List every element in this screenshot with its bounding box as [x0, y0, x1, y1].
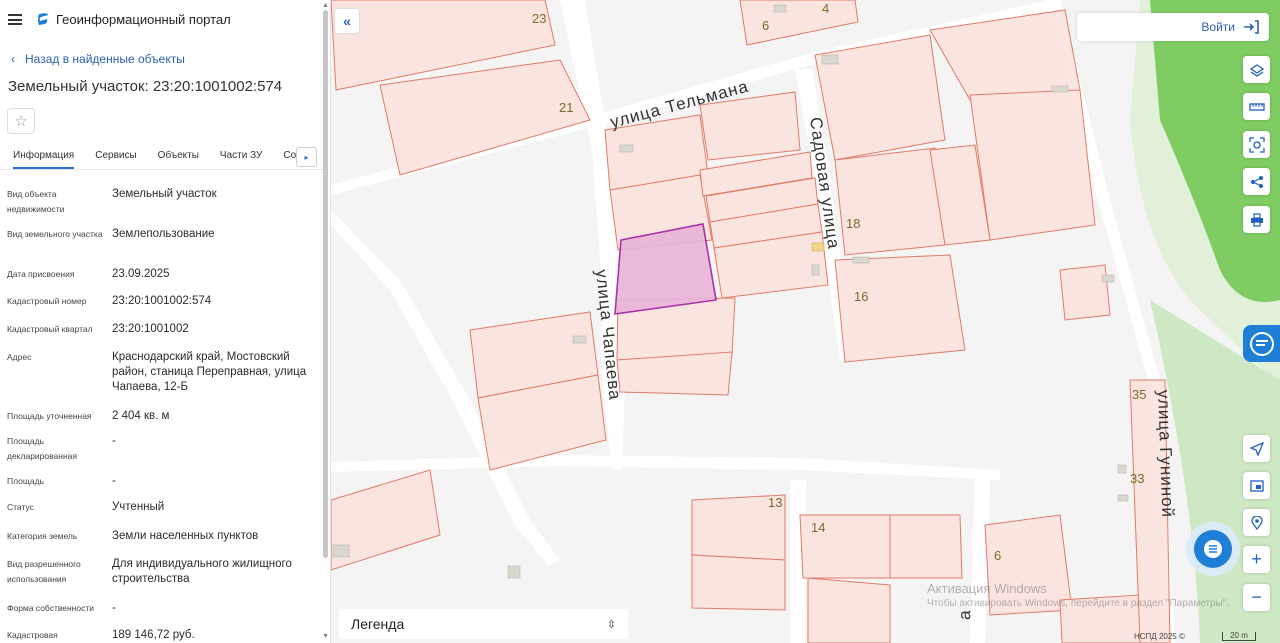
- minimap-icon: [1249, 479, 1264, 492]
- building: [1117, 464, 1127, 474]
- building: [1051, 85, 1069, 93]
- expand-collapse-icon[interactable]: ⇳: [607, 618, 616, 631]
- tabs-next-arrow-icon[interactable]: ▸: [296, 147, 317, 167]
- chat-icon: [1204, 540, 1222, 558]
- building: [1117, 494, 1129, 502]
- parcel: [969, 89, 1096, 241]
- plus-icon: +: [1251, 549, 1262, 569]
- minus-icon: −: [1251, 587, 1262, 607]
- parcel: [807, 577, 891, 643]
- building: [572, 335, 587, 344]
- parcel: [379, 59, 591, 176]
- login-button[interactable]: Войти: [1077, 13, 1269, 41]
- parcel: [834, 254, 966, 363]
- legend-label: Легенда: [351, 616, 405, 632]
- house-number: 14: [811, 520, 825, 535]
- map-view[interactable]: улица Тельмана Садовая улица улица Чапае…: [331, 0, 1280, 643]
- favorite-star-icon[interactable]: ☆: [7, 108, 35, 134]
- info-panel: Геоинформационный портал ‹ Назад в найде…: [0, 0, 331, 643]
- windows-activation-watermark: Активация Windows Чтобы активировать Win…: [927, 581, 1229, 609]
- chat-icon-wrap: [1194, 530, 1232, 568]
- scroll-up-arrow-icon[interactable]: ▲: [322, 2, 329, 9]
- map-scale-bar: 20 m: [1222, 632, 1256, 641]
- select-area-icon: [1248, 136, 1265, 153]
- back-link[interactable]: ‹ Назад в найденные объекты: [11, 52, 185, 66]
- share-icon: [1250, 175, 1263, 188]
- print-icon: [1250, 212, 1263, 227]
- panel-scrollbar[interactable]: [323, 10, 328, 558]
- watermark-line1: Активация Windows: [927, 581, 1047, 596]
- house-number: 13: [768, 495, 782, 510]
- hamburger-menu-icon[interactable]: [8, 14, 22, 25]
- double-chevron-left-icon: «: [343, 13, 351, 29]
- tab-services[interactable]: Сервисы: [95, 144, 136, 169]
- house-number: 16: [854, 289, 868, 304]
- parcels: [331, 0, 1171, 643]
- building: [773, 4, 787, 13]
- building: [332, 544, 350, 558]
- tab-objects[interactable]: Объекты: [158, 144, 199, 169]
- topbar: Геоинформационный портал: [8, 12, 231, 27]
- selected-parcel: [614, 223, 717, 315]
- house-number: 21: [559, 100, 573, 115]
- building: [619, 144, 634, 153]
- support-button[interactable]: [1243, 325, 1280, 362]
- ruler-icon: [1248, 102, 1265, 111]
- chat-button[interactable]: [1186, 522, 1240, 576]
- house-number: 6: [994, 548, 1001, 563]
- house-number: 4: [822, 1, 829, 16]
- street-label-partial: а: [955, 609, 974, 620]
- parcel: [814, 34, 946, 161]
- collapse-panel-button[interactable]: «: [334, 8, 360, 34]
- portal-logo-icon: [38, 13, 48, 25]
- zoom-in-button[interactable]: +: [1243, 546, 1270, 573]
- parcel: [889, 514, 963, 579]
- minimap-button[interactable]: [1243, 472, 1270, 499]
- parcel: [834, 147, 946, 256]
- back-link-label: Назад в найденные объекты: [25, 52, 185, 66]
- chevron-left-icon: ‹: [11, 52, 15, 66]
- house-number: 33: [1130, 471, 1144, 486]
- house-number: 23: [532, 11, 546, 26]
- login-label: Войти: [1201, 20, 1235, 34]
- house-number: 6: [762, 18, 769, 33]
- building: [821, 54, 839, 65]
- object-title: Земельный участок: 23:20:1001002:574: [8, 78, 283, 95]
- layers-icon: [1249, 63, 1264, 77]
- ruler-button[interactable]: [1243, 93, 1270, 120]
- app-title: Геоинформационный портал: [56, 12, 231, 27]
- app-logo[interactable]: Геоинформационный портал: [36, 12, 231, 27]
- support-chat-icon: [1249, 331, 1274, 356]
- layers-button[interactable]: [1243, 56, 1270, 83]
- navigation-arrow-icon: [1249, 441, 1264, 456]
- house-number: 35: [1132, 387, 1146, 402]
- geolocation-button[interactable]: [1243, 435, 1270, 462]
- location-pin-icon: [1250, 515, 1263, 530]
- building: [852, 256, 870, 264]
- parcel: [616, 351, 733, 396]
- scroll-down-arrow-icon[interactable]: ▼: [322, 633, 329, 640]
- tab-info[interactable]: Информация: [13, 144, 75, 169]
- building-yellow: [811, 242, 825, 252]
- tab-parts[interactable]: Части ЗУ: [220, 144, 262, 169]
- login-icon: [1244, 20, 1259, 34]
- share-button[interactable]: [1243, 168, 1270, 195]
- parcel: [1059, 264, 1111, 321]
- legend-bar[interactable]: Легенда ⇳: [339, 609, 628, 639]
- map-canvas[interactable]: улица Тельмана Садовая улица улица Чапае…: [331, 0, 1280, 643]
- select-area-button[interactable]: [1243, 131, 1270, 158]
- location-pin-button[interactable]: [1243, 509, 1270, 536]
- building: [507, 565, 521, 579]
- parcel: [691, 554, 786, 611]
- building: [811, 264, 820, 276]
- house-number: 18: [846, 216, 860, 231]
- map-attribution: НСПД 2025 ©: [1134, 632, 1185, 641]
- tab-bar: Информация Сервисы Объекты Части ЗУ Сост…: [0, 144, 323, 170]
- print-button[interactable]: [1243, 206, 1270, 233]
- watermark-line2: Чтобы активировать Windows, перейдите в …: [927, 598, 1230, 609]
- building: [1101, 274, 1115, 283]
- zoom-out-button[interactable]: −: [1243, 584, 1270, 611]
- parcel: [739, 0, 859, 46]
